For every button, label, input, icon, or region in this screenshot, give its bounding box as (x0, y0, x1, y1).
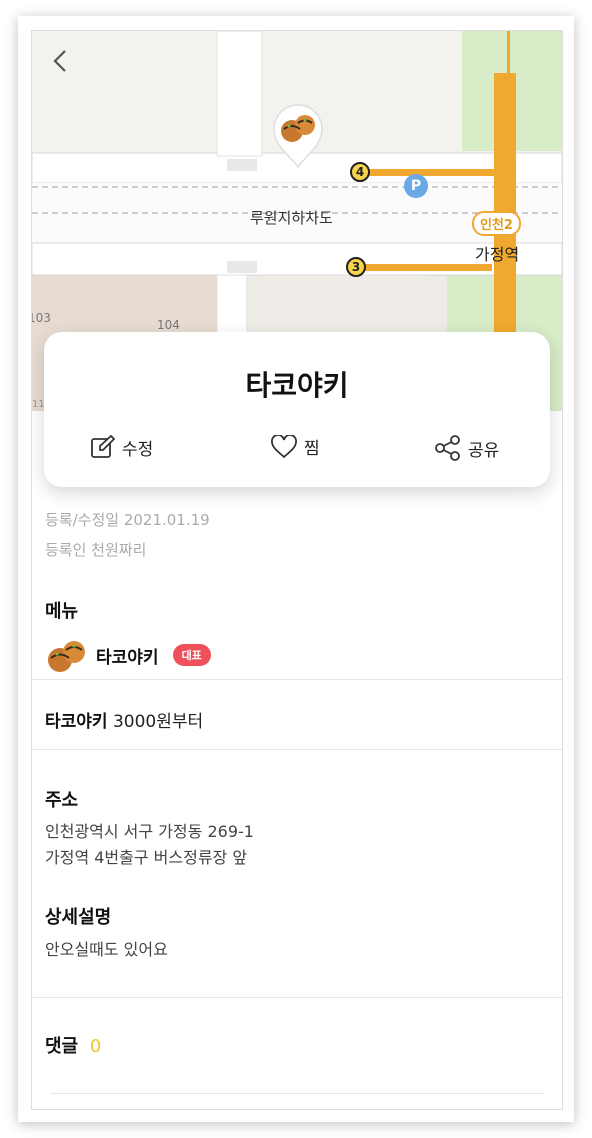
edit-icon (91, 434, 116, 458)
share-label: 공유 (468, 440, 500, 461)
comments-title: 댓글 (45, 1036, 79, 1057)
parking-icon: P (404, 174, 428, 198)
heart-icon (271, 434, 297, 458)
menu-item-name: 타코야키 (96, 647, 159, 668)
address-line-1: 인천광역시 서구 가정동 269-1 (45, 822, 254, 841)
representative-badge: 대표 (172, 644, 211, 666)
edit-label: 수정 (122, 439, 154, 460)
road-label: 루원지하차도 (250, 209, 333, 227)
comments-count: 0 (89, 1036, 102, 1057)
store-title: 타코야키 (245, 369, 349, 402)
price-item-name: 타코야키 (45, 712, 108, 732)
menu-section-title: 메뉴 (45, 601, 79, 622)
like-label: 찜 (304, 439, 320, 459)
station-name: 가정역 (475, 245, 520, 264)
building-number-11: 11 (32, 399, 45, 410)
share-icon (435, 435, 460, 461)
exit-4-badge: 4 (350, 162, 370, 182)
divider (50, 1093, 544, 1094)
store-marker-icon[interactable] (270, 101, 326, 171)
address-section-title: 주소 (45, 790, 79, 811)
menu-price-row: 타코야키 3000원부터 (45, 707, 203, 732)
detail-section-title: 상세설명 (45, 907, 112, 928)
like-button[interactable]: 찜 (270, 434, 320, 459)
detail-text: 안오실때도 있어요 (45, 940, 168, 959)
divider (32, 679, 562, 680)
address-line-2: 가정역 4번출구 버스정류장 앞 (45, 848, 248, 867)
takoyaki-icon (48, 641, 85, 672)
chevron-left-icon (53, 50, 66, 72)
registered-date: 등록/수정일 2021.01.19 (45, 511, 210, 529)
edit-button[interactable]: 수정 (90, 434, 153, 460)
comments-header[interactable]: 댓글 0 (45, 1032, 101, 1058)
building-number-103: 103 (32, 311, 51, 325)
store-detail-screen: 4 P 루원지하차도 인천2 가정역 3 103 104 11 타코야키 수정 … (31, 30, 563, 1110)
building-number-104: 104 (157, 318, 180, 332)
back-button[interactable] (42, 43, 78, 79)
price-value: 3000원부터 (112, 712, 204, 732)
share-button[interactable]: 공유 (434, 434, 499, 462)
menu-list-item[interactable]: 타코야키 대표 (46, 636, 211, 674)
registered-by: 등록인 천원짜리 (45, 541, 147, 559)
divider (32, 749, 562, 750)
store-summary-card: 타코야키 수정 찜 공유 (44, 332, 550, 487)
subway-line-badge: 인천2 (472, 211, 521, 236)
divider (32, 997, 562, 998)
exit-3-badge: 3 (346, 257, 366, 277)
